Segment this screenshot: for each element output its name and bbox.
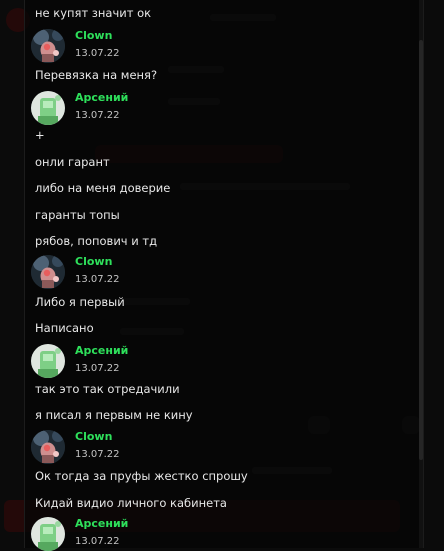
message-text: Написано: [35, 321, 94, 335]
clown-avatar-icon[interactable]: [31, 29, 65, 63]
arseniy-avatar-image: [31, 517, 65, 551]
author-name[interactable]: Clown: [75, 430, 112, 444]
arseniy-avatar-image: [31, 91, 65, 125]
chat-scrollbar[interactable]: [419, 0, 423, 548]
message-timestamp: 13.07.22: [75, 110, 120, 121]
message-text: Ок тогда за пруфы жестко спрошу: [35, 469, 248, 483]
message-text: так это так отредачили: [35, 382, 180, 396]
message-text: Перевязка на меня?: [35, 68, 158, 82]
arseniy-avatar-icon[interactable]: [31, 91, 65, 125]
message-text: рябов, попович и тд: [35, 234, 158, 248]
author-name[interactable]: Арсений: [75, 91, 128, 105]
message-timestamp: 13.07.22: [75, 449, 120, 460]
arseniy-avatar-icon[interactable]: [31, 517, 65, 551]
message-text: Кидай видио личного кабинета: [35, 496, 227, 510]
message-text: +: [35, 128, 45, 142]
message-timestamp: 13.07.22: [75, 274, 120, 285]
author-name[interactable]: Арсений: [75, 517, 128, 531]
arseniy-avatar-icon[interactable]: [31, 344, 65, 378]
message-timestamp: 13.07.22: [75, 536, 120, 547]
author-name[interactable]: Clown: [75, 29, 112, 43]
message-text: Либо я первый: [35, 295, 125, 309]
message-timestamp: 13.07.22: [75, 363, 120, 374]
scrollbar-thumb[interactable]: [419, 40, 423, 460]
arseniy-avatar-image: [31, 344, 65, 378]
clown-avatar-image: [31, 29, 65, 63]
clown-avatar-image: [31, 255, 65, 289]
author-name[interactable]: Арсений: [75, 344, 128, 358]
message-text: не купят значит ок: [35, 6, 152, 20]
message-text: либо на меня доверие: [35, 181, 171, 195]
author-name[interactable]: Clown: [75, 255, 112, 269]
message-timestamp: 13.07.22: [75, 48, 120, 59]
message-text: онли гарант: [35, 155, 110, 169]
clown-avatar-image: [31, 430, 65, 464]
message-text: гаранты топы: [35, 208, 120, 222]
message-text: я писал я первым не кину: [35, 408, 193, 422]
clown-avatar-icon[interactable]: [31, 255, 65, 289]
clown-avatar-icon[interactable]: [31, 430, 65, 464]
